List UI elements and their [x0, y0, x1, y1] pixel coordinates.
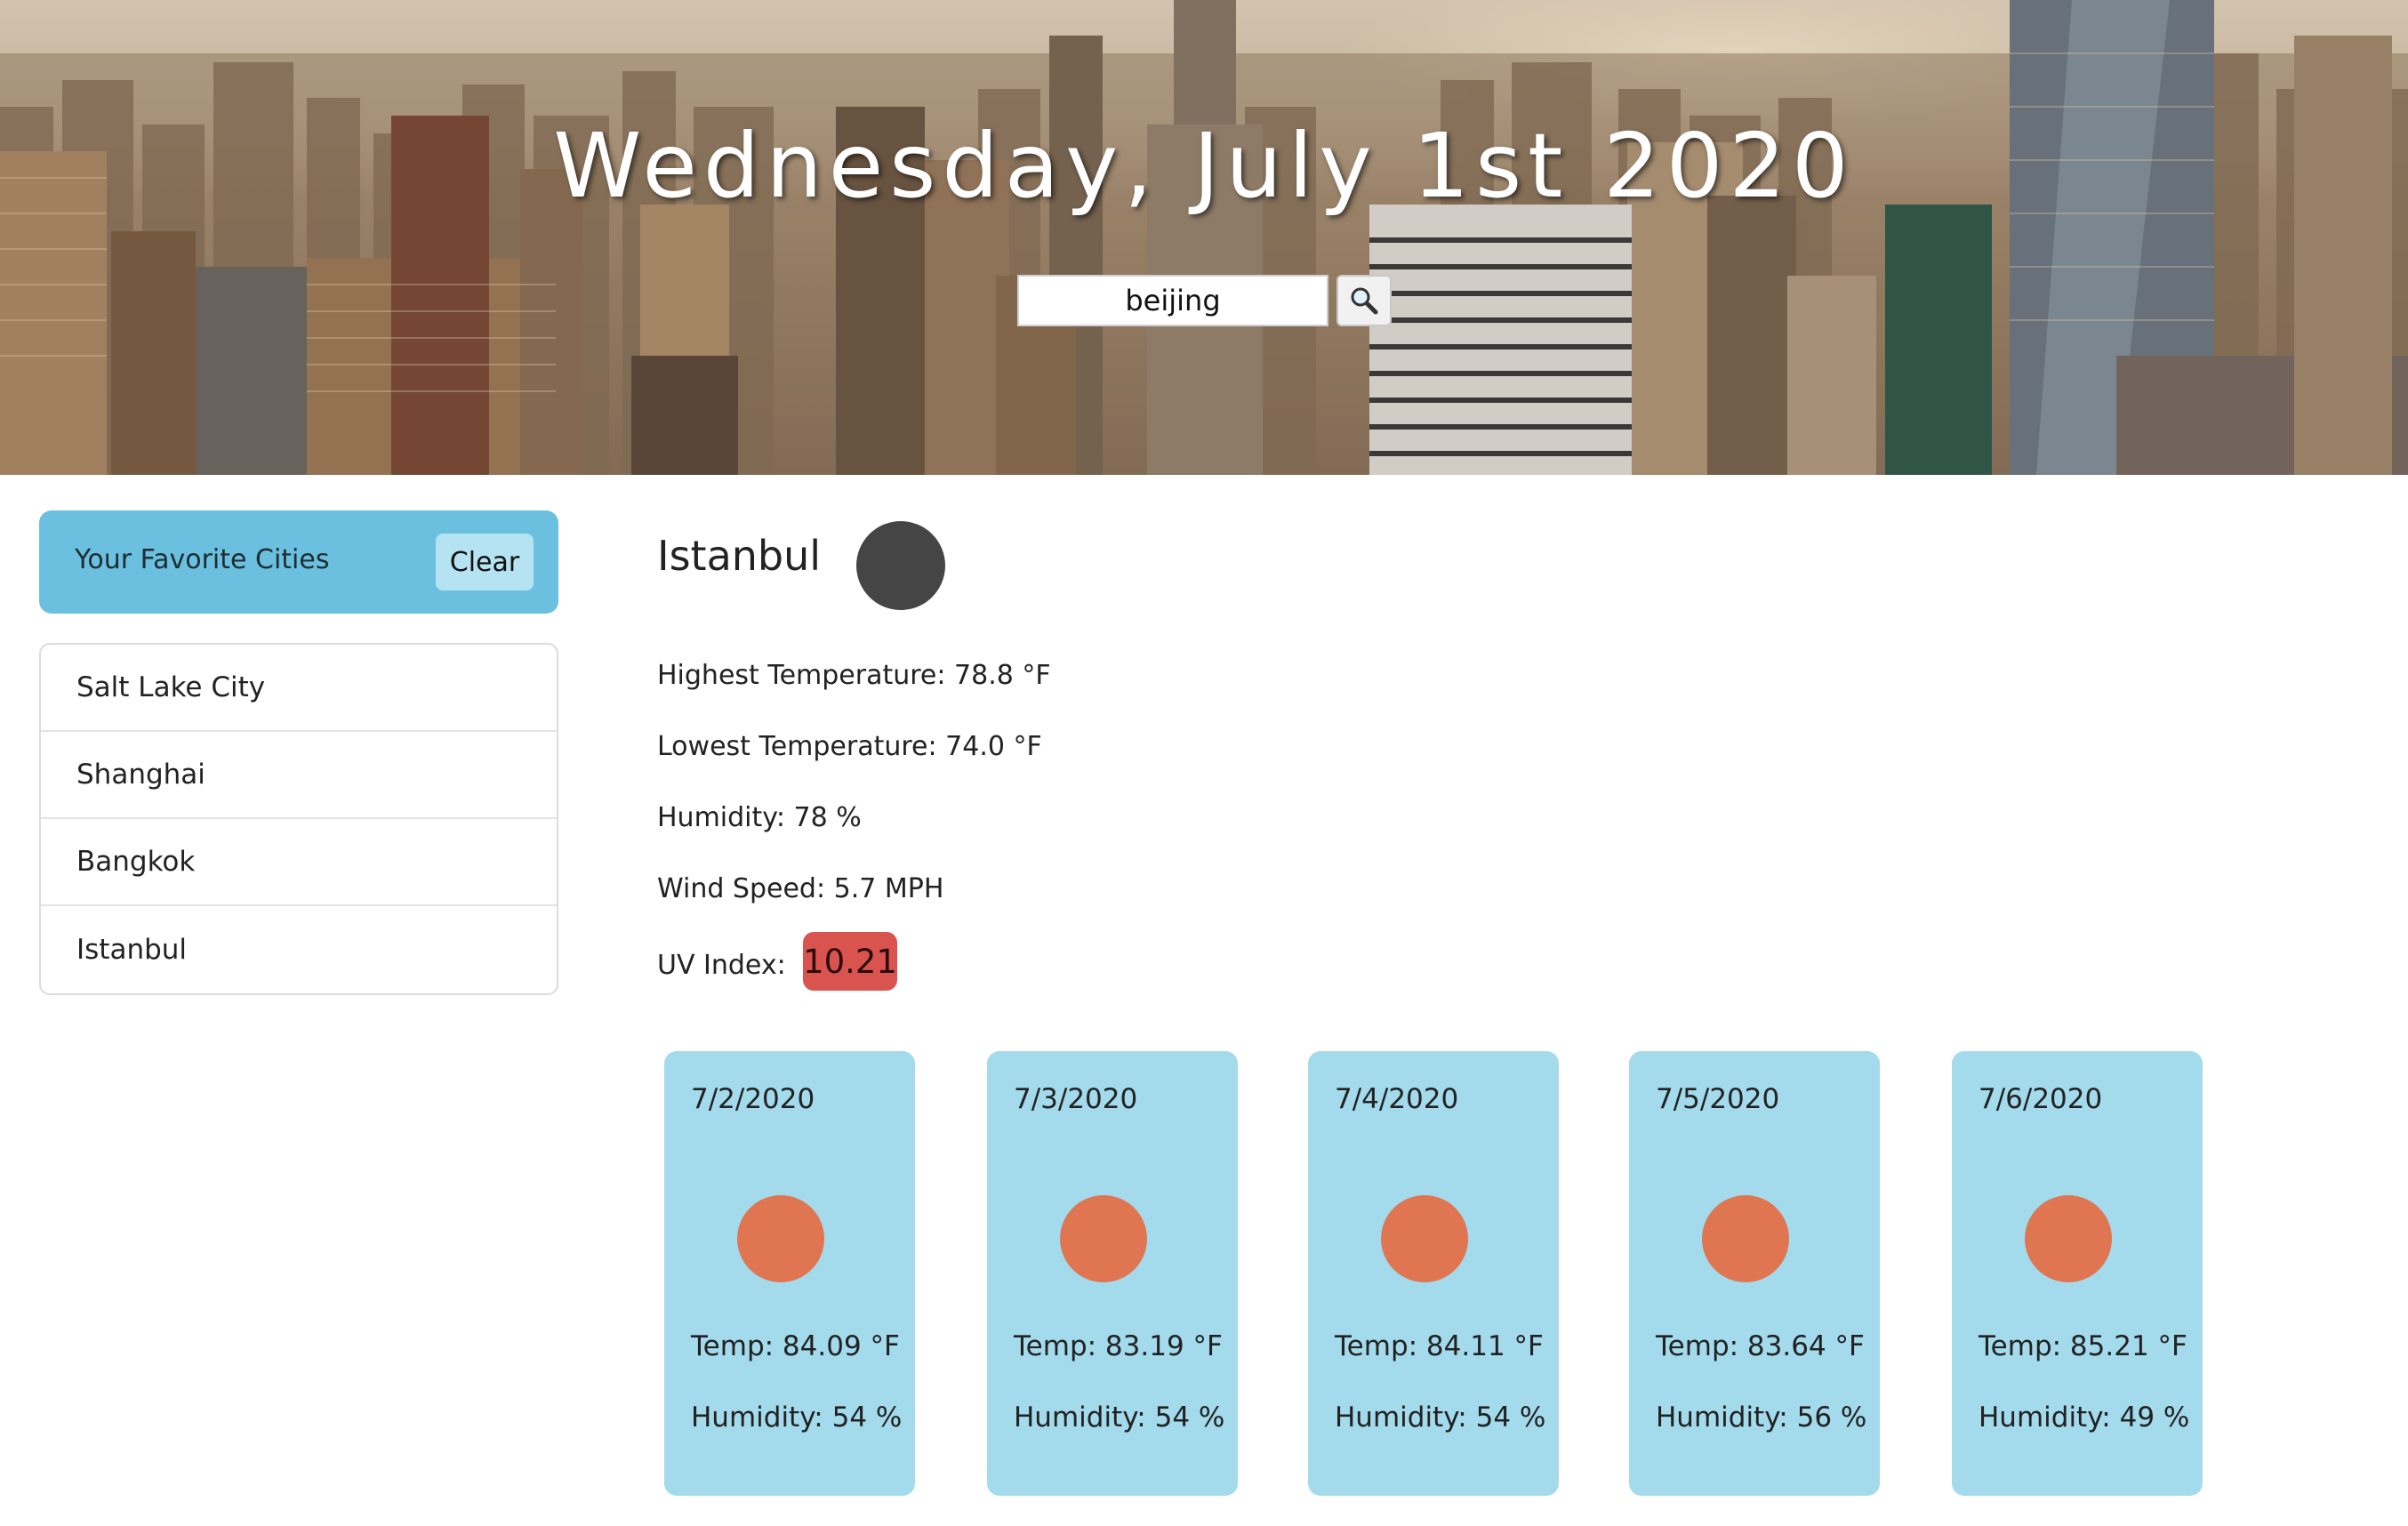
uv-index-label: UV Index: — [657, 950, 786, 981]
forecast-temp: Temp: 83.19 °F — [1014, 1330, 1223, 1362]
favorite-city-item[interactable]: Bangkok — [41, 819, 557, 906]
forecast-temp: Temp: 84.11 °F — [1335, 1330, 1544, 1362]
current-weather-icon — [856, 521, 945, 610]
forecast-card: 7/3/2020 Temp: 83.19 °F Humidity: 54 % — [987, 1051, 1238, 1496]
forecast-card: 7/2/2020 Temp: 84.09 °F Humidity: 54 % — [664, 1051, 915, 1496]
favorites-header: Your Favorite Cities Clear — [39, 510, 558, 614]
forecast-humidity: Humidity: 54 % — [1014, 1402, 1225, 1434]
forecast-card: 7/4/2020 Temp: 84.11 °F Humidity: 54 % — [1308, 1051, 1559, 1496]
favorite-city-item[interactable]: Shanghai — [41, 732, 557, 819]
clear-favorites-button[interactable]: Clear — [436, 534, 534, 590]
forecast-date: 7/3/2020 — [1014, 1083, 1138, 1115]
sun-icon — [1702, 1195, 1789, 1282]
sun-icon — [737, 1195, 824, 1282]
forecast-humidity: Humidity: 54 % — [691, 1402, 903, 1434]
forecast-date: 7/5/2020 — [1656, 1083, 1780, 1115]
current-city-name: Istanbul — [657, 532, 822, 580]
magnifier-icon — [1351, 287, 1378, 315]
city-skyline-image — [0, 0, 2408, 475]
forecast-humidity: Humidity: 56 % — [1656, 1402, 1867, 1434]
city-search-input[interactable] — [1017, 275, 1328, 326]
page-title-date: Wednesday, July 1st 2020 — [553, 114, 1855, 218]
forecast-date: 7/6/2020 — [1979, 1083, 2103, 1115]
forecast-date: 7/2/2020 — [691, 1083, 815, 1115]
current-humidity: Humidity: 78 % — [657, 802, 862, 833]
forecast-temp: Temp: 83.64 °F — [1656, 1330, 1865, 1362]
uv-index-badge: 10.21 — [803, 932, 897, 991]
forecast-card: 7/5/2020 Temp: 83.64 °F Humidity: 56 % — [1629, 1051, 1880, 1496]
search-button[interactable] — [1336, 275, 1392, 326]
hero-banner: Wednesday, July 1st 2020 — [0, 0, 2408, 475]
sun-icon — [1381, 1195, 1468, 1282]
lowest-temperature: Lowest Temperature: 74.0 °F — [657, 731, 1042, 762]
favorites-list: Salt Lake City Shanghai Bangkok Istanbul — [39, 643, 558, 995]
forecast-humidity: Humidity: 49 % — [1979, 1402, 2190, 1434]
forecast-card: 7/6/2020 Temp: 85.21 °F Humidity: 49 % — [1952, 1051, 2203, 1496]
favorite-city-item[interactable]: Salt Lake City — [41, 645, 557, 732]
forecast-temp: Temp: 85.21 °F — [1979, 1330, 2187, 1362]
forecast-date: 7/4/2020 — [1335, 1083, 1459, 1115]
sun-icon — [2025, 1195, 2112, 1282]
forecast-humidity: Humidity: 54 % — [1335, 1402, 1546, 1434]
favorite-city-item[interactable]: Istanbul — [41, 906, 557, 993]
sun-icon — [1060, 1195, 1147, 1282]
wind-speed: Wind Speed: 5.7 MPH — [657, 873, 944, 904]
forecast-temp: Temp: 84.09 °F — [691, 1330, 900, 1362]
favorites-title: Your Favorite Cities — [75, 544, 330, 575]
highest-temperature: Highest Temperature: 78.8 °F — [657, 660, 1051, 691]
